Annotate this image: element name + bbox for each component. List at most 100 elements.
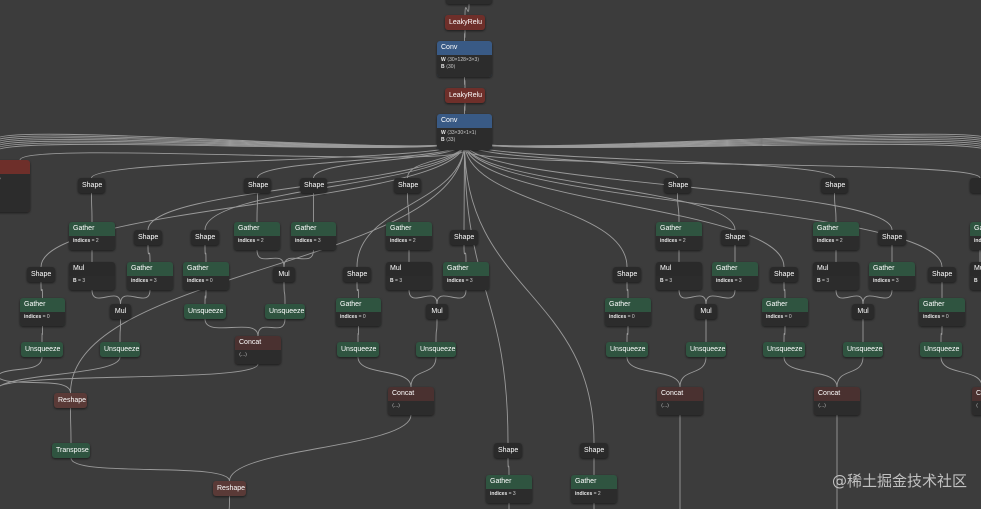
node-mul-mu-c2[interactable]: Mul	[426, 304, 448, 319]
node-shape-sh-f0[interactable]: Shape	[928, 267, 956, 282]
node-attributes: B = 3	[386, 276, 432, 290]
node-shape-sh-a1[interactable]: Shape	[78, 178, 105, 193]
node-attribute: B = 3	[817, 278, 855, 285]
node-shape-sh-d2[interactable]: Shape	[580, 443, 608, 458]
node-co-cc-f[interactable]: Co ⟨	[972, 387, 981, 415]
edge-un-f0-to-cc-f	[940, 356, 981, 385]
node-ga-ga-f1[interactable]: Ga ind	[970, 222, 981, 250]
node-unsqueeze-un-c1[interactable]: Unsqueeze	[416, 342, 456, 357]
node-gather-ga-c0[interactable]: Gather indices = 0	[336, 298, 381, 326]
node-attributes: ⟨	[972, 401, 981, 415]
node-gather-ga-a1[interactable]: Gather indices = 2	[69, 222, 115, 250]
node-title: Shape	[882, 234, 903, 241]
node-gather-ga-c1[interactable]: Gather indices = 2	[386, 222, 432, 250]
node-title: Shape	[825, 182, 846, 189]
attribute-value: = 2	[255, 238, 264, 244]
attribute-key: indices	[873, 278, 891, 284]
node-title: Shape	[668, 182, 689, 189]
node-concat-cc-g[interactable]: Concat ⟨...⟩	[814, 387, 860, 415]
node-attribute: ⟨1⟩	[0, 190, 26, 197]
node-shape-sh-e0[interactable]: Shape	[613, 267, 641, 282]
node-shape-sh-c2[interactable]: Shape	[450, 230, 478, 245]
node-shape-sh-b1[interactable]: Shape	[244, 178, 271, 193]
node-attribute: indices = 3	[295, 238, 332, 245]
node-shape-sh-a3[interactable]: Shape	[27, 267, 55, 282]
node-mul-mu-a2[interactable]: Mul	[110, 304, 131, 319]
node-e-leftcut[interactable]: ee ⟨1⟩⟨1⟩⟨1⟩⟨1⟩	[0, 160, 30, 212]
node-unsqueeze-un-b1[interactable]: Unsqueeze	[265, 304, 305, 319]
node-attributes: indices = 2	[69, 236, 115, 250]
node-shape-sh-e2[interactable]: Shape	[721, 230, 749, 245]
node-transpose-tp-a[interactable]: Transpose	[52, 443, 90, 458]
node-shape-sh-c1[interactable]: Shape	[394, 178, 421, 193]
node-mul-mu-g1[interactable]: Mul B = 3	[813, 262, 859, 290]
node-attribute: ⟨...⟩	[392, 403, 430, 410]
node-title	[970, 178, 981, 193]
node-attributes: indices = 2	[656, 236, 702, 250]
node-mul-mu-e1[interactable]: Mul B = 3	[656, 262, 702, 290]
node-concat-cc-b[interactable]: Concat ⟨...⟩	[235, 336, 281, 364]
node-gather-ga-g2[interactable]: Gather indices = 3	[869, 262, 915, 290]
node-unsqueeze-un-g0[interactable]: Unsqueeze	[763, 342, 805, 357]
node-shape-sh-a2[interactable]: Shape	[134, 230, 162, 245]
graph-canvas[interactable]: B ⟨...⟩ LeakyRelu ConvW ⟨30×128×3×3⟩B ⟨30⟩…	[0, 0, 981, 509]
node-title: Concat	[661, 390, 684, 397]
node-gather-ga-a3[interactable]: Gather indices = 0	[20, 298, 65, 326]
node-concat-cc-c[interactable]: Concat ⟨...⟩	[388, 387, 434, 415]
node-title: Mul	[660, 265, 672, 272]
attribute-value: = 3	[507, 491, 516, 497]
node-leakyrelu-lr1[interactable]: LeakyRelu	[445, 15, 485, 30]
edge-lr1-to-conv1	[464, 29, 466, 42]
node-mul-mu-g2[interactable]: Mul	[852, 304, 874, 319]
node-gather-ga-g0[interactable]: Gather indices = 0	[762, 298, 808, 326]
node-gather-ga-a2[interactable]: Gather indices = 3	[127, 262, 173, 290]
node-mul-mu-a1[interactable]: Mul B = 3	[69, 262, 115, 290]
node-unsqueeze-un-c0[interactable]: Unsqueeze	[337, 342, 379, 357]
node-title: Shape	[584, 447, 605, 454]
node-leakyrelu-lr2[interactable]: LeakyRelu	[445, 88, 485, 103]
node-node-rightcut[interactable]	[970, 178, 981, 193]
node-unsqueeze-un-a1[interactable]: Unsqueeze	[21, 342, 63, 357]
node-gather-ga-b0[interactable]: Gather indices = 0	[183, 262, 229, 290]
node-attributes: B = 3	[69, 276, 115, 290]
node-gather-ga-g1[interactable]: Gather indices = 2	[813, 222, 859, 250]
node-gather-ga-e1[interactable]: Gather indices = 2	[656, 222, 702, 250]
node-shape-sh-d1[interactable]: Shape	[494, 443, 522, 458]
node-shape-sh-b2[interactable]: Shape	[300, 178, 327, 193]
node-unsqueeze-un-e0[interactable]: Unsqueeze	[606, 342, 648, 357]
attribute-value: = 3	[820, 278, 830, 284]
node-concat-cc-e[interactable]: Concat ⟨...⟩	[657, 387, 703, 415]
node-gather-ga-e0[interactable]: Gather indices = 0	[605, 298, 651, 326]
node-node-top[interactable]: B ⟨...⟩	[446, 0, 492, 4]
attribute-key: indices	[609, 314, 627, 320]
node-shape-sh-c0[interactable]: Shape	[343, 267, 371, 282]
node-unsqueeze-un-f0[interactable]: Unsqueeze	[920, 342, 962, 357]
node-conv-conv1[interactable]: Conv W ⟨30×128×3×3⟩ B ⟨30⟩	[437, 41, 492, 77]
node-reshape-rs-b[interactable]: Reshape	[213, 481, 246, 496]
node-unsqueeze-un-g1[interactable]: Unsqueeze	[843, 342, 883, 357]
node-mul-mu-c1[interactable]: Mul B = 3	[386, 262, 432, 290]
node-conv-conv2[interactable]: Conv W ⟨33×30×1×1⟩ B ⟨33⟩	[437, 114, 492, 150]
node-attributes: ⟨...⟩	[388, 401, 434, 415]
node-gather-ga-d2[interactable]: Gather indices = 2	[571, 475, 617, 503]
node-reshape-rs-a[interactable]: Reshape	[54, 393, 87, 408]
node-gather-ga-f0[interactable]: Gather indices = 0	[919, 298, 965, 326]
node-shape-sh-e1[interactable]: Shape	[664, 178, 691, 193]
attribute-value: ⟨...⟩	[661, 403, 670, 409]
node-unsqueeze-un-a2[interactable]: Unsqueeze	[100, 342, 140, 357]
node-mu-mu-f1[interactable]: Mu B	[970, 262, 981, 290]
node-gather-ga-b1[interactable]: Gather indices = 2	[234, 222, 280, 250]
node-mul-mu-e2[interactable]: Mul	[695, 304, 717, 319]
node-gather-ga-c2[interactable]: Gather indices = 3	[443, 262, 489, 290]
node-unsqueeze-un-e1[interactable]: Unsqueeze	[686, 342, 726, 357]
node-shape-sh-g2[interactable]: Shape	[878, 230, 906, 245]
node-unsqueeze-un-b0[interactable]: Unsqueeze	[184, 304, 226, 319]
node-gather-ga-d1[interactable]: Gather indices = 3	[486, 475, 532, 503]
node-shape-sh-g0[interactable]: Shape	[770, 267, 798, 282]
edge-conv-to-leftcut	[19, 149, 465, 161]
node-shape-sh-b0[interactable]: Shape	[191, 230, 219, 245]
node-shape-sh-g1[interactable]: Shape	[821, 178, 848, 193]
node-gather-ga-e2[interactable]: Gather indices = 3	[712, 262, 758, 290]
node-mul-mu-b[interactable]: Mul	[273, 267, 295, 282]
node-gather-ga-b2[interactable]: Gather indices = 3	[291, 222, 336, 250]
